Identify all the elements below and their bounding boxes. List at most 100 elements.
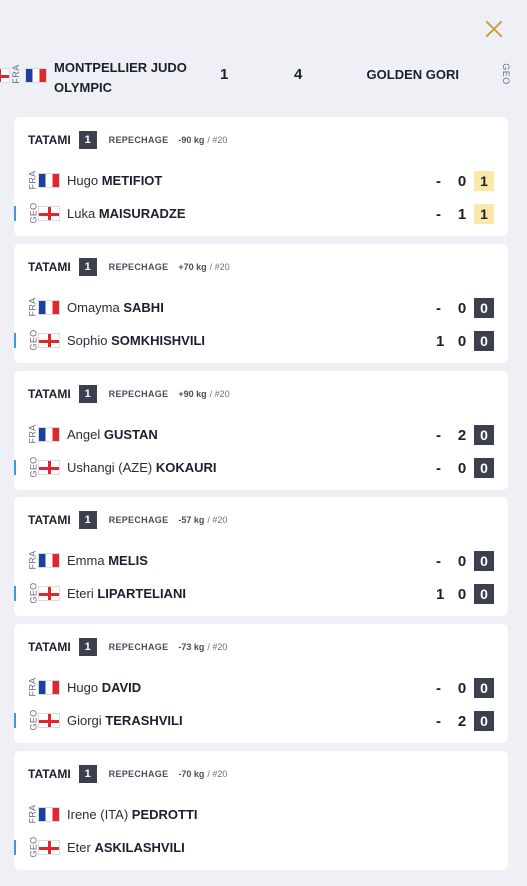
first-name: Angel [67,427,101,442]
last-name: PEDROTTI [131,807,198,822]
phase-label: REPECHAGE [108,135,169,145]
score-second: 0 [457,680,467,697]
weight-class: -70 kg [178,769,205,779]
country-code: FRA [27,550,38,570]
score-second: 1 [457,206,467,223]
match-card[interactable]: TATAMI 1 REPECHAGE -70 kg / #20 FRA Irene (ITA… [14,751,508,870]
home-competitor-row: FRA Hugo METIFIOT -0 1 [14,170,508,192]
match-info: TATAMI 1 REPECHAGE -57 kg / #20 [28,511,227,529]
match-info: TATAMI 1 REPECHAGE +70 kg / #20 [28,258,230,276]
georgia-flag-icon [38,206,60,221]
competitor-name: Eter ASKILASHVILI [67,840,185,855]
first-name: Luka [67,206,96,221]
home-country-code: FRA [10,64,21,84]
first-name: Sophio [67,333,108,348]
score-first: - [436,173,441,190]
tatami-number: 1 [78,258,97,276]
weight-class: +90 kg [178,389,207,399]
home-competitor-row: FRA Hugo DAVID -0 0 [14,677,508,699]
score-first: - [436,553,441,570]
georgia-flag-icon [38,840,60,855]
score-second: 2 [457,713,467,730]
last-name: MAISURADZE [98,206,186,221]
tatami-number: 1 [78,638,97,656]
last-name: ASKILASHVILI [94,840,185,855]
score-first: - [436,427,441,444]
first-name: Eteri [67,586,94,601]
penalty-badge: 0 [474,298,494,318]
match-info: TATAMI 1 REPECHAGE +90 kg / #20 [28,385,230,403]
away-competitor-row: GEO Eteri LIPARTELIANI 1 0 0 [14,583,508,605]
penalty-badge: 1 [474,204,494,224]
country-code: FRA [27,424,38,444]
first-name: Giorgi [67,713,102,728]
last-name: LIPARTELIANI [97,586,186,601]
france-flag-icon [38,680,60,695]
tatami-label: TATAMI [28,513,71,527]
last-name: GUSTAN [103,427,158,442]
winner-marker [14,713,16,728]
winner-marker [14,840,16,855]
tatami-number: 1 [78,511,97,529]
weight-class: -90 kg [178,135,205,145]
winner-marker [14,333,16,348]
match-card[interactable]: TATAMI 1 REPECHAGE -57 kg / #20 FRA Emma MELIS… [14,497,508,616]
penalty-badge: 0 [474,425,494,445]
match-info: TATAMI 1 REPECHAGE -70 kg / #20 [28,765,227,783]
first-name: Emma [67,553,105,568]
tatami-label: TATAMI [28,133,71,147]
home-team-score: 1 [220,66,229,83]
weight-class: -57 kg [178,515,205,525]
georgia-flag-icon [38,333,60,348]
georgia-flag-icon [38,586,60,601]
country-code: GEO [28,709,39,731]
competitor-name: Sophio SOMKHISHVILI [67,333,205,348]
france-flag-icon [25,68,47,83]
score-second: 0 [457,300,467,317]
away-team-name: GOLDEN GORI [366,67,459,82]
match-card[interactable]: TATAMI 1 REPECHAGE +70 kg / #20 FRA Omayma SAB… [14,244,508,363]
first-name: Ushangi (AZE) [67,460,153,475]
home-competitor-row: FRA Irene (ITA) PEDROTTI [14,804,508,826]
away-competitor-row: GEO Eter ASKILASHVILI [14,837,508,859]
last-name: DAVID [101,680,142,695]
country-code: GEO [28,202,39,224]
france-flag-icon [38,300,60,315]
home-competitor-row: FRA Emma MELIS -0 0 [14,550,508,572]
score-first: - [436,460,441,477]
match-card[interactable]: TATAMI 1 REPECHAGE -90 kg / #20 FRA Hugo METIF… [14,117,508,236]
pool-number: / #20 [207,135,228,145]
home-competitor-row: FRA Omayma SABHI -0 0 [14,297,508,319]
first-name: Eter [67,840,91,855]
away-competitor-row: GEO Giorgi TERASHVILI -2 0 [14,710,508,732]
away-competitor-row: GEO Sophio SOMKHISHVILI 1 0 0 [14,330,508,352]
last-name: METIFIOT [101,173,163,188]
score-second: 0 [457,553,467,570]
phase-label: REPECHAGE [108,389,169,399]
match-card[interactable]: TATAMI 1 REPECHAGE -73 kg / #20 FRA Hugo DAVID… [14,624,508,743]
tatami-number: 1 [78,131,97,149]
score-first: - [436,680,441,697]
country-code: GEO [28,582,39,604]
away-competitor-row: GEO Ushangi (AZE) KOKAURI -0 0 [14,457,508,479]
first-name: Irene (ITA) [67,807,129,822]
penalty-badge: 0 [474,711,494,731]
competitor-name: Eteri LIPARTELIANI [67,586,186,601]
phase-label: REPECHAGE [108,262,169,272]
penalty-badge: 0 [474,584,494,604]
score-second: 0 [457,173,467,190]
competitor-name: Omayma SABHI [67,300,164,315]
close-icon[interactable] [485,20,503,38]
winner-marker [14,460,16,475]
country-code: FRA [27,170,38,190]
match-info: TATAMI 1 REPECHAGE -90 kg / #20 [28,131,227,149]
score-first: - [436,713,441,730]
france-flag-icon [38,173,60,188]
phase-label: REPECHAGE [108,515,169,525]
competitor-name: Emma MELIS [67,553,148,568]
tatami-label: TATAMI [28,260,71,274]
weight-class: +70 kg [178,262,207,272]
away-team-score: 4 [294,66,303,83]
match-card[interactable]: TATAMI 1 REPECHAGE +90 kg / #20 FRA Angel GUST… [14,371,508,490]
tatami-number: 1 [78,385,97,403]
